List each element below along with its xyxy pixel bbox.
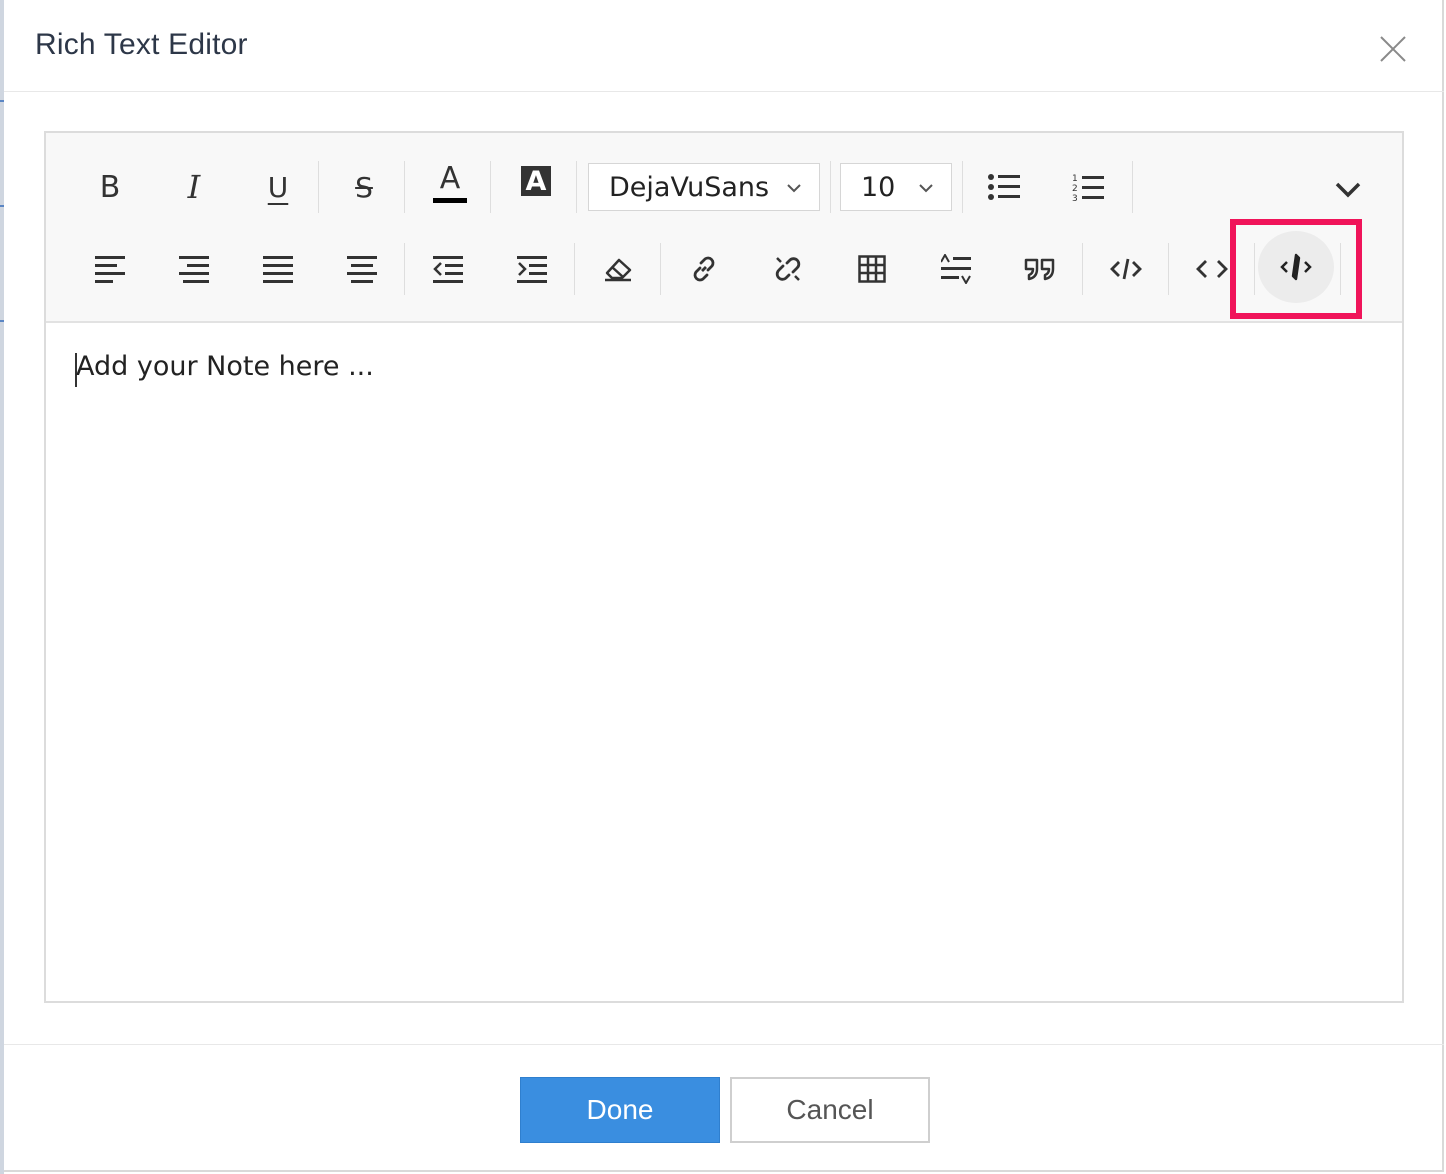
svg-text:3: 3 — [1072, 194, 1078, 202]
toolbar-separator — [404, 243, 405, 295]
align-center-icon — [347, 256, 377, 283]
font-color-button[interactable]: A — [422, 155, 478, 211]
align-left-icon — [95, 256, 125, 283]
toolbar-separator — [576, 161, 577, 213]
source-code-button[interactable] — [1184, 241, 1240, 297]
numbered-list-button[interactable]: 1 2 3 — [1060, 159, 1116, 215]
font-color-bar — [433, 197, 467, 203]
chevron-down-icon — [919, 184, 933, 193]
table-icon — [858, 255, 886, 283]
blockquote-button[interactable] — [1012, 241, 1068, 297]
editor-toolbar: B I U S A A DejaVuSans 10 1 2 3 — [46, 133, 1402, 323]
numbered-list-icon: 1 2 3 — [1072, 174, 1104, 202]
more-options-button[interactable] — [1328, 169, 1368, 209]
toolbar-separator — [490, 161, 491, 213]
unlink-button[interactable] — [760, 241, 816, 297]
toolbar-separator — [1082, 243, 1083, 295]
eraser-icon — [605, 258, 632, 282]
toolbar-separator — [830, 161, 831, 213]
align-left-button[interactable] — [82, 241, 138, 297]
toolbar-separator — [404, 161, 405, 213]
align-right-button[interactable] — [166, 241, 222, 297]
toolbar-separator — [1340, 243, 1341, 295]
toolbar-separator — [1132, 161, 1133, 213]
cancel-button[interactable]: Cancel — [730, 1077, 930, 1143]
inline-code-icon — [1280, 253, 1312, 281]
rich-text-editor-dialog: Rich Text Editor B I U S A A DejaVuSans … — [4, 0, 1444, 1172]
bold-icon: B — [99, 169, 121, 205]
underline-button[interactable]: U — [250, 159, 306, 215]
toolbar-separator — [1168, 243, 1169, 295]
align-center-button[interactable] — [334, 241, 390, 297]
strikethrough-button[interactable]: S — [336, 159, 392, 215]
code-icon — [1110, 258, 1142, 280]
editor-container: B I U S A A DejaVuSans 10 1 2 3 Add your… — [44, 131, 1404, 1003]
font-family-select[interactable]: DejaVuSans — [588, 163, 820, 211]
chevron-down-icon — [787, 184, 801, 193]
link-icon — [693, 256, 715, 282]
toolbar-separator — [1254, 243, 1255, 295]
bold-button[interactable]: B — [82, 159, 138, 215]
toolbar-separator — [962, 161, 963, 213]
font-size-value: 10 — [861, 171, 896, 203]
italic-icon: I — [187, 168, 201, 206]
italic-button[interactable]: I — [166, 159, 222, 215]
editor-content-area[interactable]: Add your Note here ... — [46, 323, 1402, 1001]
font-color-icon: A — [439, 160, 461, 196]
blockquote-icon — [1024, 258, 1055, 281]
align-right-icon — [179, 256, 209, 283]
svg-text:1: 1 — [1072, 174, 1078, 184]
line-height-icon — [941, 254, 971, 284]
justify-button[interactable] — [250, 241, 306, 297]
indent-icon — [517, 256, 547, 283]
background-color-icon: A — [521, 166, 551, 197]
indent-button[interactable] — [504, 241, 560, 297]
dialog-footer: Done Cancel — [4, 1044, 1444, 1171]
strikethrough-icon: S — [355, 170, 373, 204]
insert-link-button[interactable] — [676, 241, 732, 297]
font-size-select[interactable]: 10 — [840, 163, 952, 211]
toolbar-separator — [660, 243, 661, 295]
toolbar-separator — [318, 161, 319, 213]
insert-table-button[interactable] — [844, 241, 900, 297]
inline-code-button[interactable] — [1268, 239, 1324, 295]
editor-placeholder: Add your Note here ... — [76, 351, 374, 382]
outdent-button[interactable] — [420, 241, 476, 297]
justify-icon — [263, 256, 293, 283]
code-block-button[interactable] — [1098, 241, 1154, 297]
unlink-icon — [775, 257, 801, 281]
font-family-value: DejaVuSans — [609, 171, 770, 203]
outdent-icon — [433, 256, 463, 283]
bulleted-list-icon — [988, 174, 1020, 200]
svg-text:2: 2 — [1072, 184, 1078, 194]
bulleted-list-button[interactable] — [976, 159, 1032, 215]
close-icon — [1380, 36, 1406, 62]
toolbar-separator — [574, 243, 575, 295]
source-code-icon — [1196, 260, 1228, 278]
dialog-header: Rich Text Editor — [4, 0, 1444, 92]
underline-icon: U — [267, 170, 289, 204]
done-button[interactable]: Done — [520, 1077, 720, 1143]
dialog-title: Rich Text Editor — [35, 28, 248, 61]
chevron-down-icon — [1335, 182, 1361, 198]
close-button[interactable] — [1376, 32, 1410, 66]
background-color-button[interactable]: A — [508, 153, 564, 209]
clear-format-button[interactable] — [590, 241, 646, 297]
line-height-button[interactable] — [928, 241, 984, 297]
